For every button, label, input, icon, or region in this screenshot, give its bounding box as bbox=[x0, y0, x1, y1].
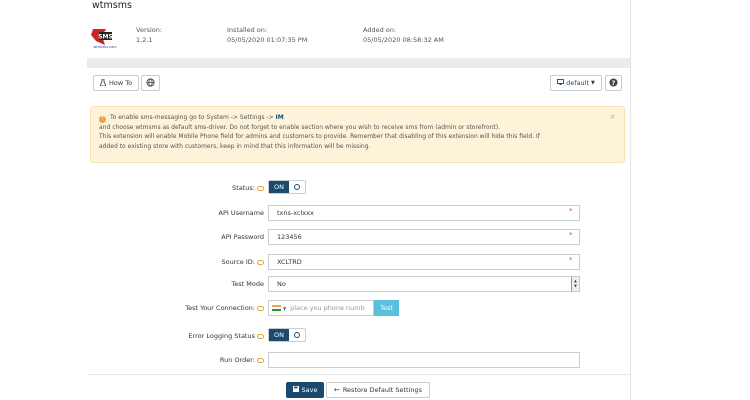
arrow-left-icon: ← bbox=[333, 386, 340, 394]
alert-line-4: added to existing store with customers, … bbox=[99, 142, 371, 150]
api-username-input[interactable]: txns-xclxxx bbox=[268, 205, 580, 221]
alert-line-1: ! To enable sms-messaging go to System ->… bbox=[99, 113, 614, 123]
comment-icon bbox=[257, 305, 264, 311]
run-order-label: Run Order: bbox=[94, 356, 264, 364]
test-connection-label: Test Your Connection: bbox=[94, 304, 264, 312]
india-flag-icon bbox=[272, 305, 281, 311]
run-order-input[interactable] bbox=[268, 352, 580, 368]
warning-icon: ! bbox=[99, 116, 106, 123]
status-on: ON bbox=[269, 181, 289, 193]
required-mark: * bbox=[569, 207, 573, 215]
phone-input-group[interactable]: ▼ place you phone numb bbox=[268, 300, 374, 316]
phone-input[interactable]: place you phone numb bbox=[290, 304, 365, 312]
added-value: 05/05/2020 08:58:32 AM bbox=[363, 36, 444, 44]
how-to-button[interactable]: How To bbox=[93, 75, 139, 91]
save-icon bbox=[292, 386, 299, 394]
comment-icon bbox=[257, 259, 264, 265]
page-border bbox=[630, 0, 631, 400]
globe-icon bbox=[146, 77, 155, 89]
test-mode-select[interactable]: No ▲ ▼ bbox=[268, 276, 580, 292]
source-id-input[interactable]: XCLTRD bbox=[268, 254, 580, 270]
installed-label: Installed on: bbox=[227, 26, 268, 34]
comment-icon bbox=[257, 185, 264, 191]
required-mark: * bbox=[569, 231, 573, 239]
test-button[interactable]: Test bbox=[374, 300, 399, 316]
caret-down-icon: ▼ bbox=[591, 80, 595, 86]
version-label: Version: bbox=[136, 26, 163, 34]
version-value: 1.2.1 bbox=[136, 36, 153, 44]
restore-defaults-button[interactable]: ← Restore Default Settings bbox=[326, 382, 430, 398]
globe-button[interactable] bbox=[141, 75, 160, 91]
save-button[interactable]: Save bbox=[286, 382, 324, 398]
error-logging-label: Error Logging Status bbox=[94, 332, 264, 340]
footer-divider bbox=[87, 374, 630, 375]
theme-select-button[interactable]: default ▼ bbox=[550, 75, 602, 91]
alert-line-2: and choose wtmsms as default sms-driver.… bbox=[99, 124, 501, 131]
toggle-off-icon bbox=[294, 332, 300, 338]
added-label: Added on: bbox=[363, 26, 397, 34]
flask-icon bbox=[99, 78, 107, 88]
select-arrows-icon: ▲ ▼ bbox=[571, 277, 579, 291]
sms-logo-icon: SMS wtmsms.com bbox=[91, 29, 117, 49]
how-to-label: How To bbox=[108, 79, 133, 87]
svg-text:wtmsms.com: wtmsms.com bbox=[93, 45, 117, 49]
api-username-label: API Username bbox=[218, 209, 264, 217]
alert-line-3: This extension will enable Mobile Phone … bbox=[99, 133, 540, 141]
error-logging-toggle[interactable]: ON bbox=[268, 328, 306, 342]
desktop-icon bbox=[557, 79, 565, 87]
help-button[interactable]: ? bbox=[605, 75, 622, 91]
api-password-input[interactable]: 123456 bbox=[268, 229, 580, 245]
test-mode-label: Test Mode bbox=[231, 280, 264, 288]
svg-text:?: ? bbox=[612, 79, 616, 86]
flag-caret-icon: ▼ bbox=[283, 305, 287, 311]
extension-logo: SMS wtmsms.com bbox=[90, 27, 120, 49]
status-label: Status: bbox=[94, 184, 264, 192]
required-mark: * bbox=[569, 256, 573, 264]
section-divider bbox=[87, 58, 630, 68]
installed-value: 05/05/2020 01:07:35 PM bbox=[227, 36, 308, 44]
alert-close-icon[interactable]: × bbox=[609, 112, 616, 121]
error-logging-on: ON bbox=[269, 329, 289, 341]
extension-title: wtmsms bbox=[92, 0, 132, 11]
source-id-label: Source ID: bbox=[94, 258, 264, 266]
comment-icon bbox=[257, 357, 264, 363]
svg-text:SMS: SMS bbox=[98, 34, 113, 41]
question-icon: ? bbox=[609, 77, 618, 89]
theme-label: default bbox=[566, 79, 589, 87]
toggle-off-icon bbox=[294, 184, 300, 190]
comment-icon bbox=[257, 333, 264, 339]
info-alert: ! To enable sms-messaging go to System ->… bbox=[90, 106, 625, 163]
api-password-label: API Password bbox=[221, 233, 264, 241]
status-toggle[interactable]: ON bbox=[268, 180, 306, 194]
